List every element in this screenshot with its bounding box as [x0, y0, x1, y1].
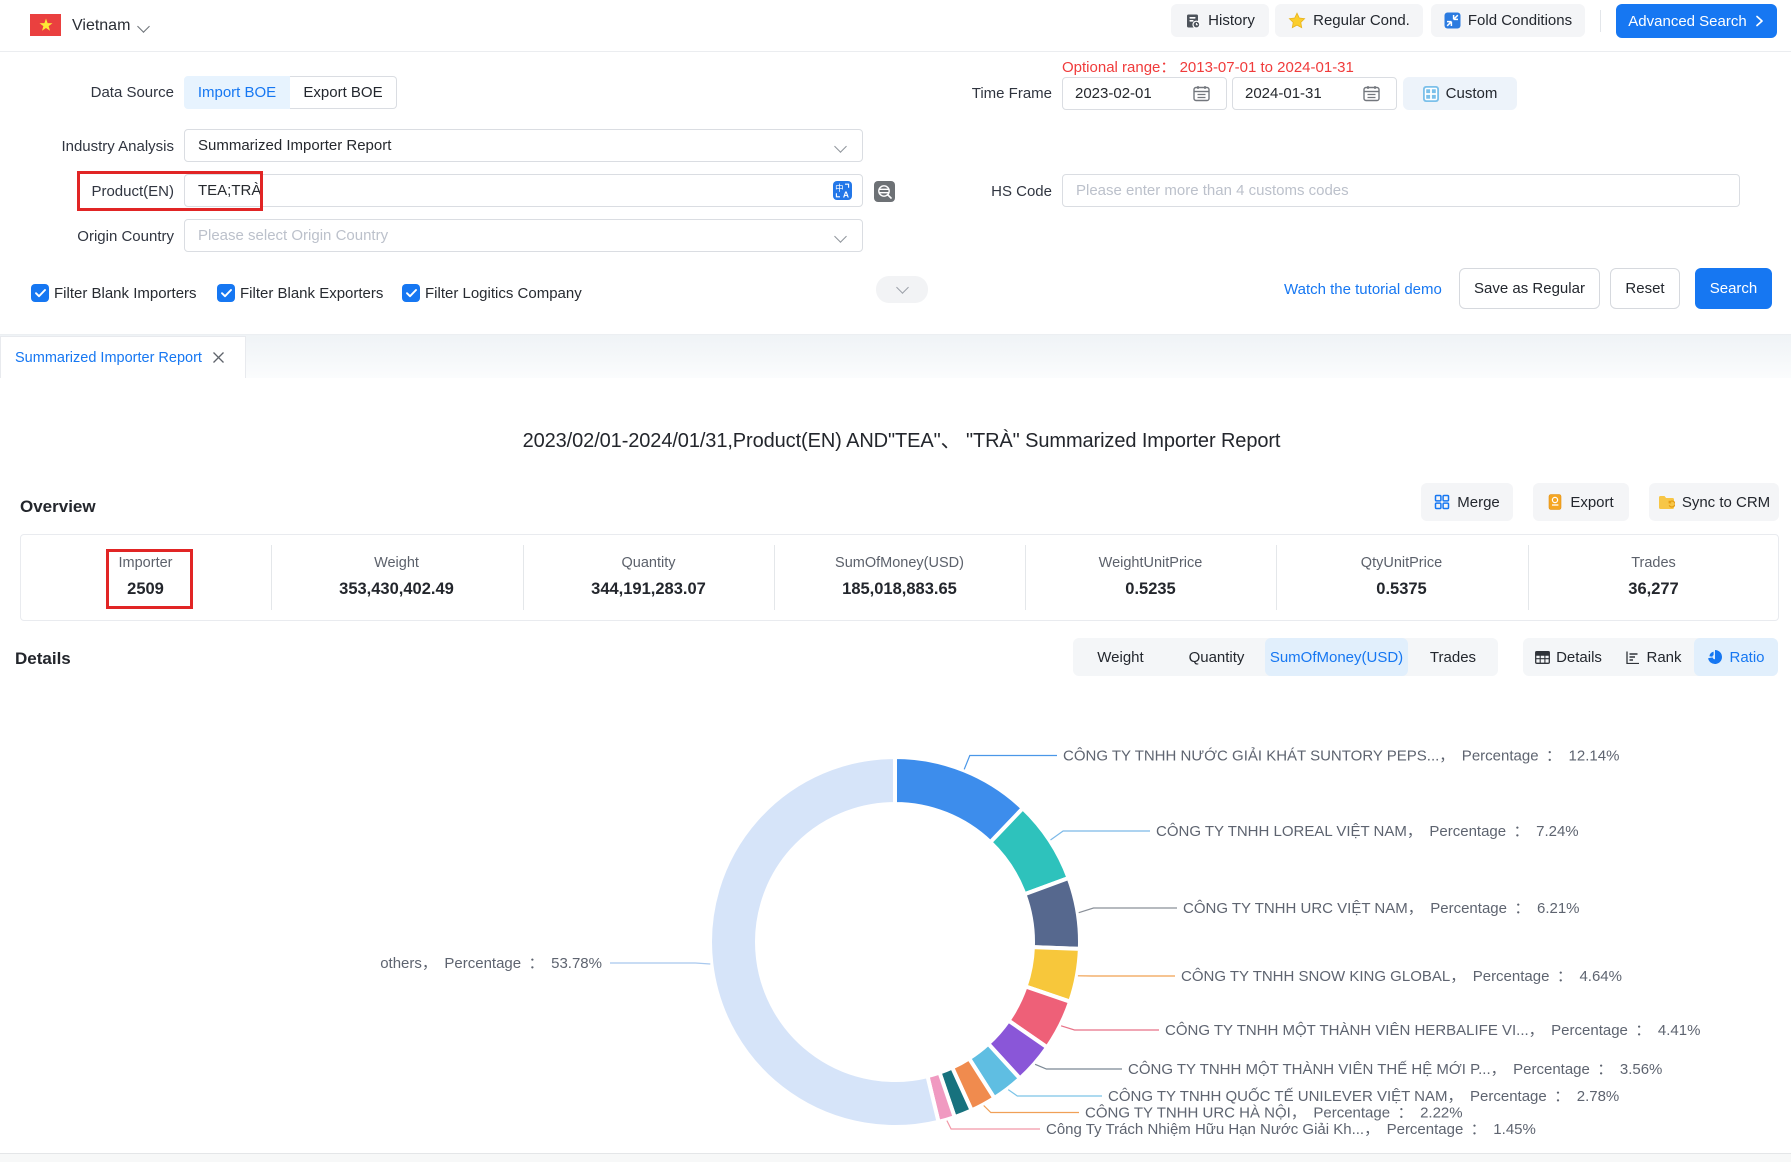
svg-text:Công Ty Trách Nhiệm Hữu Hạn Nư: Công Ty Trách Nhiệm Hữu Hạn Nước Giải Kh…	[1046, 1121, 1536, 1138]
svg-text:CÔNG TY TNHH URC HÀ NỘI， Perce: CÔNG TY TNHH URC HÀ NỘI， Percentage ： 2.…	[1085, 1105, 1463, 1122]
svg-text:A: A	[843, 189, 849, 199]
svg-text:others， Percentage ： 53.78%: others， Percentage ： 53.78%	[380, 955, 602, 972]
svg-text:CÔNG TY TNHH QUỐC TẾ UNILEVER: CÔNG TY TNHH QUỐC TẾ UNILEVER VIỆT NAM， …	[1108, 1087, 1619, 1105]
svg-text:CÔNG TY TNHH SNOW KING GLOBAL，: CÔNG TY TNHH SNOW KING GLOBAL， Percentag…	[1181, 968, 1622, 985]
svg-text:CÔNG TY TNHH MỘT THÀNH VIÊN TH: CÔNG TY TNHH MỘT THÀNH VIÊN THẾ HỆ MỚI P…	[1128, 1061, 1662, 1078]
svg-text:CÔNG TY TNHH URC VIỆT NAM， Per: CÔNG TY TNHH URC VIỆT NAM， Percentage ： …	[1183, 900, 1580, 917]
svg-text:CÔNG TY TNHH LOREAL VIỆT NAM，: CÔNG TY TNHH LOREAL VIỆT NAM， Percentage…	[1156, 823, 1579, 840]
svg-text:CÔNG TY TNHH NƯỚC GIẢI KHÁT SU: CÔNG TY TNHH NƯỚC GIẢI KHÁT SUNTORY PEPS…	[1063, 748, 1619, 765]
svg-text:CÔNG TY TNHH MỘT THÀNH VIÊN HE: CÔNG TY TNHH MỘT THÀNH VIÊN HERBALIFE VI…	[1165, 1022, 1700, 1039]
